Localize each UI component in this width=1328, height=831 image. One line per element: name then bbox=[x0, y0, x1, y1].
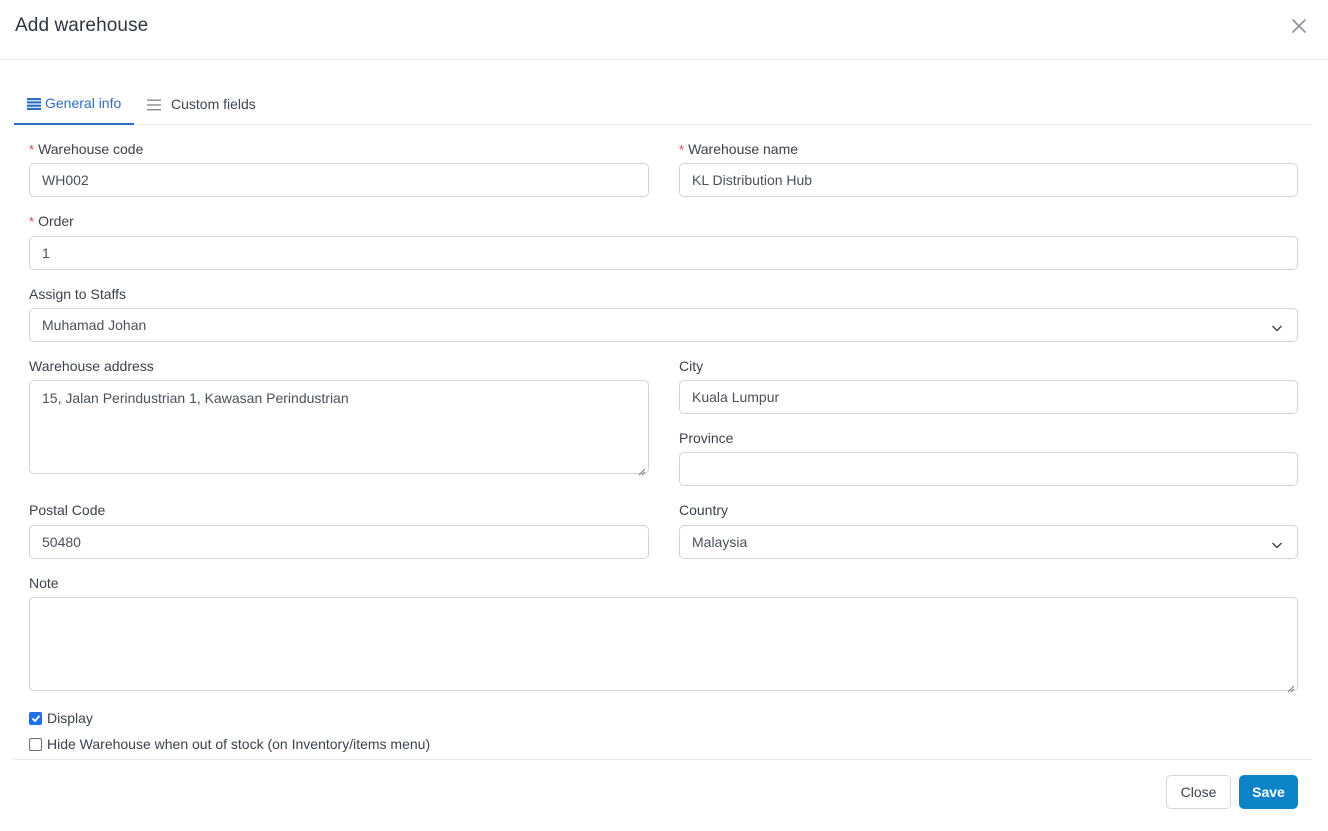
order-input[interactable]: 1 bbox=[29, 236, 1298, 270]
postal-code-input[interactable]: 50480 bbox=[29, 525, 649, 559]
modal-header: Add warehouse bbox=[0, 0, 1328, 60]
tab-label: General info bbox=[45, 95, 122, 111]
warehouse-name-input[interactable]: KL Distribution Hub bbox=[679, 163, 1298, 197]
resize-handle-icon[interactable] bbox=[638, 463, 646, 476]
list-icon bbox=[27, 97, 41, 110]
warehouse-name-label: * Warehouse name bbox=[679, 141, 798, 157]
country-select[interactable]: Malaysia bbox=[679, 525, 1298, 559]
label-text: Order bbox=[38, 213, 74, 229]
input-value: KL Distribution Hub bbox=[692, 172, 813, 188]
tab-label: Custom fields bbox=[171, 96, 256, 112]
tab-bar: General info Custom fields bbox=[14, 83, 1312, 125]
warehouse-code-input[interactable]: WH002 bbox=[29, 163, 649, 197]
label-text: Warehouse code bbox=[38, 141, 144, 157]
label-text: Warehouse name bbox=[688, 141, 799, 157]
input-value: 1 bbox=[42, 245, 50, 261]
footer-divider bbox=[14, 759, 1312, 760]
warehouse-address-label: Warehouse address bbox=[29, 358, 154, 374]
warehouse-code-label: * Warehouse code bbox=[29, 141, 143, 157]
assign-to-staffs-label: Assign to Staffs bbox=[29, 286, 127, 302]
country-label: Country bbox=[679, 502, 729, 518]
hide-out-of-stock-checkbox-row[interactable]: Hide Warehouse when out of stock (on Inv… bbox=[29, 736, 430, 752]
province-label: Province bbox=[679, 430, 734, 446]
warehouse-address-textarea[interactable]: 15, Jalan Perindustrian 1, Kawasan Perin… bbox=[29, 380, 649, 476]
order-label: * Order bbox=[29, 213, 74, 229]
resize-handle-icon[interactable] bbox=[1287, 680, 1295, 693]
postal-code-label: Postal Code bbox=[29, 502, 106, 518]
hide-out-of-stock-label: Hide Warehouse when out of stock (on Inv… bbox=[47, 736, 431, 752]
hide-out-of-stock-checkbox[interactable] bbox=[29, 737, 42, 751]
textarea-value: 15, Jalan Perindustrian 1, Kawasan Perin… bbox=[42, 390, 349, 406]
tab-custom-fields[interactable]: Custom fields bbox=[147, 83, 256, 125]
select-value: Malaysia bbox=[692, 534, 748, 550]
required-marker: * bbox=[29, 214, 35, 229]
close-icon[interactable] bbox=[1289, 16, 1309, 36]
bars-icon bbox=[147, 98, 161, 111]
save-button[interactable]: Save bbox=[1239, 775, 1298, 809]
note-label: Note bbox=[29, 575, 59, 591]
input-value: Kuala Lumpur bbox=[692, 389, 780, 405]
close-button[interactable]: Close bbox=[1166, 775, 1231, 809]
city-label: City bbox=[679, 358, 704, 374]
select-value: Muhamad Johan bbox=[42, 317, 147, 333]
chevron-down-icon bbox=[1271, 537, 1283, 549]
input-value: WH002 bbox=[42, 172, 89, 188]
display-label: Display bbox=[47, 710, 93, 726]
assign-to-staffs-select[interactable]: Muhamad Johan bbox=[29, 308, 1298, 342]
tab-general-info[interactable]: General info bbox=[14, 83, 134, 125]
required-marker: * bbox=[679, 142, 685, 157]
modal-title: Add warehouse bbox=[15, 15, 149, 36]
input-value: 50480 bbox=[42, 534, 81, 550]
note-textarea[interactable] bbox=[29, 597, 1298, 693]
display-checkbox[interactable] bbox=[29, 711, 42, 725]
required-marker: * bbox=[29, 142, 35, 157]
city-input[interactable]: Kuala Lumpur bbox=[679, 380, 1298, 414]
province-input[interactable] bbox=[679, 452, 1298, 486]
display-checkbox-row[interactable]: Display bbox=[29, 710, 93, 726]
chevron-down-icon bbox=[1271, 320, 1283, 332]
